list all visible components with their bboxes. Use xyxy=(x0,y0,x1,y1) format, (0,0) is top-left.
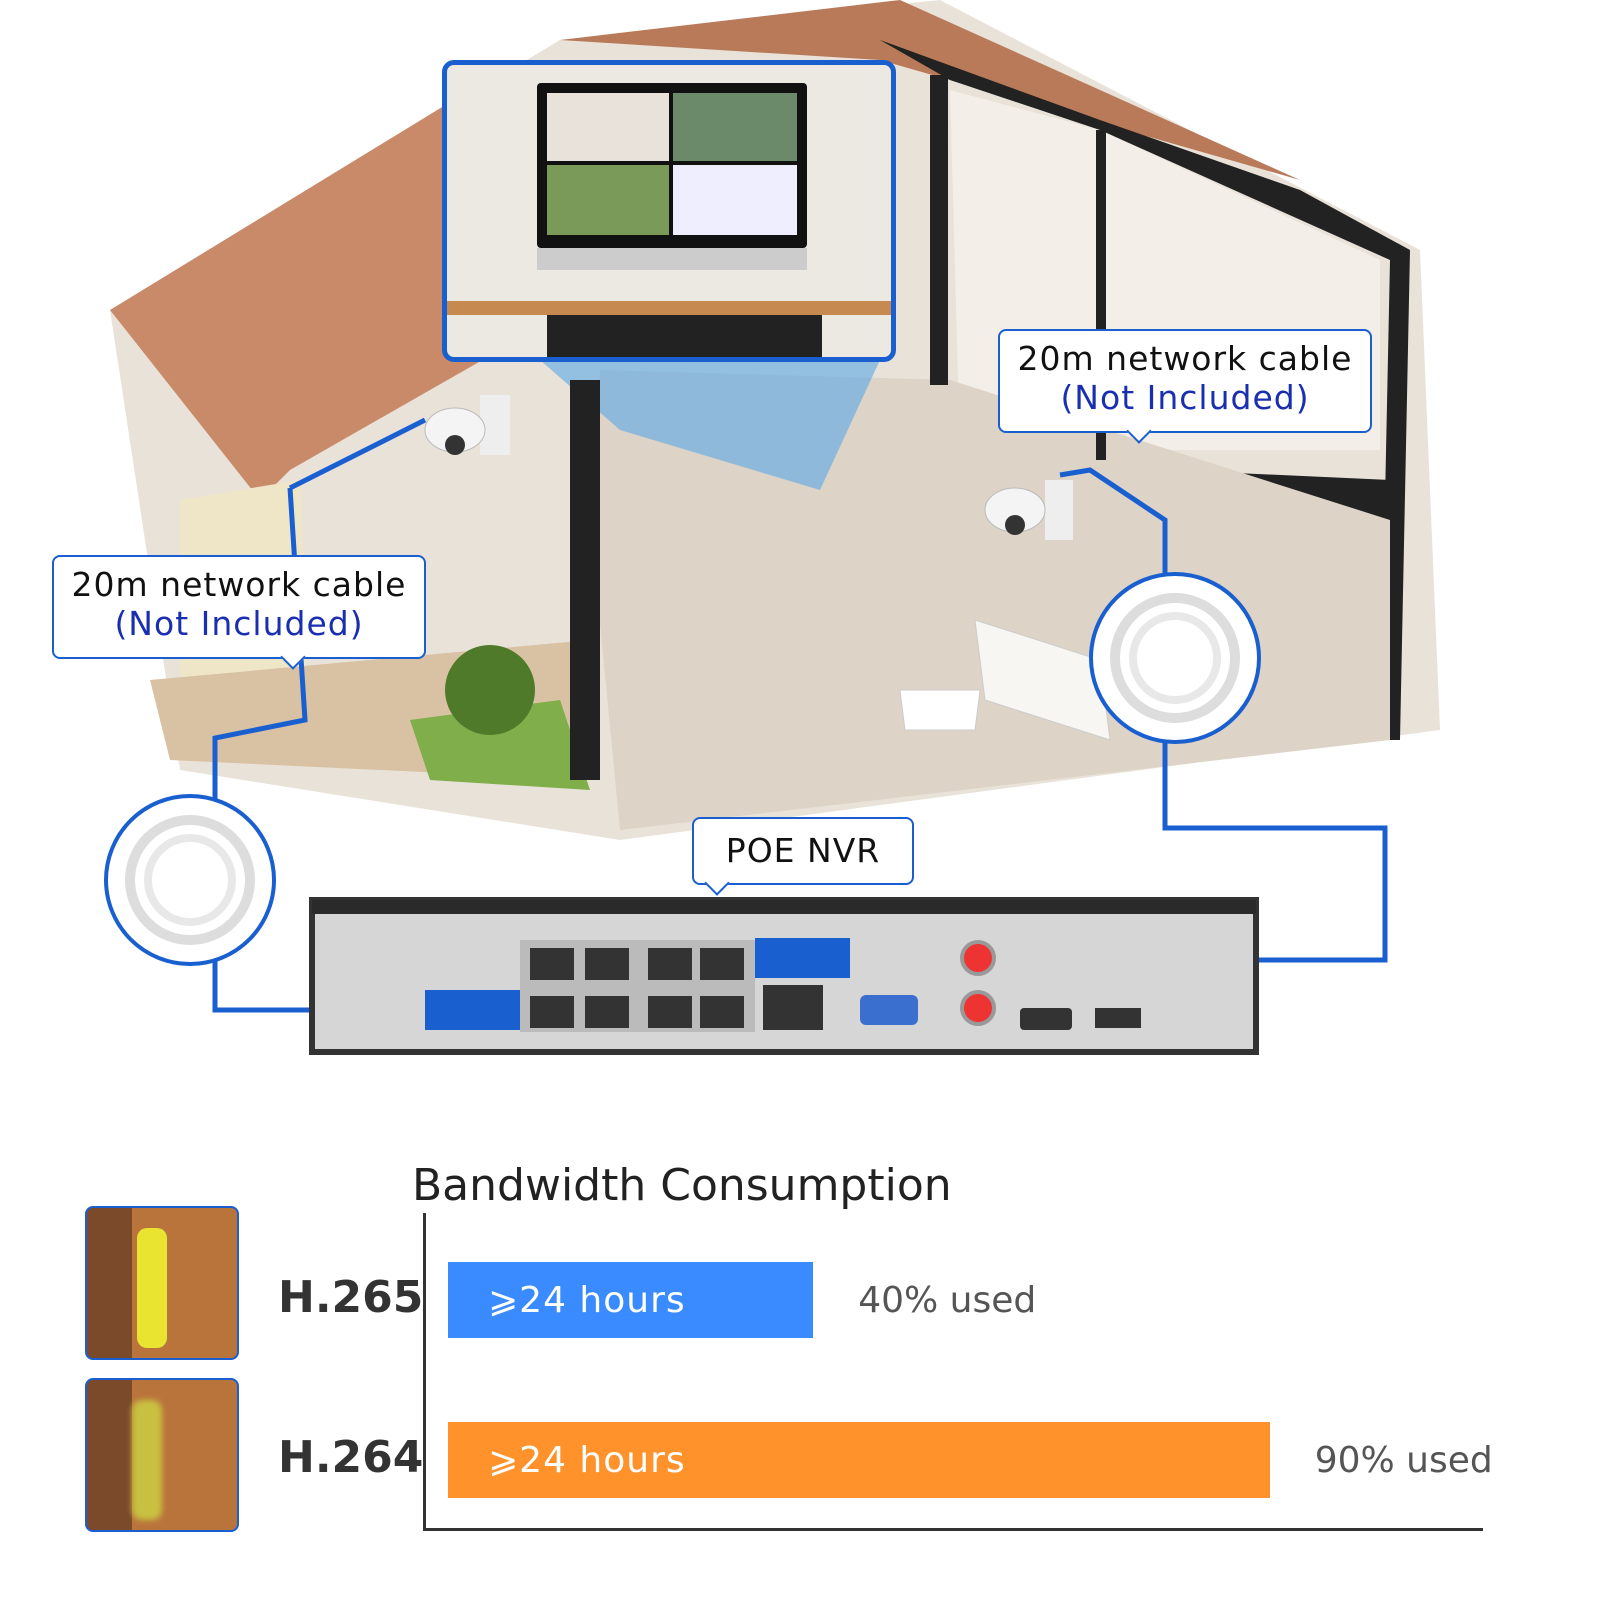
desk xyxy=(447,301,891,315)
monitor-screen xyxy=(537,83,807,248)
pillar-upper xyxy=(930,75,948,385)
category-label-h264: H.264 xyxy=(278,1432,424,1483)
audio-in-port xyxy=(960,990,996,1026)
rj45-plug-right xyxy=(755,938,850,978)
coffee-table xyxy=(899,689,981,731)
chart-title: Bandwidth Consumption xyxy=(412,1160,952,1211)
chart-x-axis xyxy=(423,1528,1483,1531)
poe-ports xyxy=(520,940,755,1032)
callout-poe-nvr: POE NVR xyxy=(692,817,914,896)
h265-thumbnail xyxy=(85,1206,239,1360)
vga-port xyxy=(860,995,918,1025)
lan-port xyxy=(763,985,823,1030)
callout-left-line1: 20m network cable xyxy=(71,565,407,604)
callout-right-line1: 20m network cable xyxy=(1017,339,1353,378)
callout-right-line2: (Not Included) xyxy=(1060,378,1310,417)
monitor-chin xyxy=(537,248,807,270)
cable-coil-left-icon xyxy=(104,794,276,966)
monitor-inset xyxy=(442,60,896,362)
cable-coil-right-icon xyxy=(1089,572,1261,744)
nvr-label: POE NVR xyxy=(725,831,881,870)
value-label-h264: 90% used xyxy=(1314,1440,1493,1481)
category-label-h265: H.265 xyxy=(278,1272,424,1323)
nvr-recorder xyxy=(547,315,822,357)
callout-left-line2: (Not Included) xyxy=(114,604,364,643)
usb-port xyxy=(1095,1008,1141,1028)
rj45-plug-left xyxy=(425,990,520,1030)
bar-label-h264: ⩾24 hours xyxy=(488,1440,686,1481)
pillar xyxy=(570,380,600,780)
poe-nvr-setup-diagram: 20m network cable (Not Included) 20m net… xyxy=(0,0,1600,1600)
audio-out-port xyxy=(960,940,996,976)
bush xyxy=(445,645,535,735)
hdmi-port xyxy=(1020,1008,1072,1030)
nvr-back-panel xyxy=(309,897,1259,1055)
callout-left-cable: 20m network cable (Not Included) xyxy=(52,555,426,670)
callout-right-cable: 20m network cable (Not Included) xyxy=(998,329,1372,444)
value-label-h265: 40% used xyxy=(858,1280,1037,1321)
bar-label-h265: ⩾24 hours xyxy=(488,1280,686,1321)
chart-y-axis xyxy=(423,1213,426,1531)
h264-thumbnail xyxy=(85,1378,239,1532)
